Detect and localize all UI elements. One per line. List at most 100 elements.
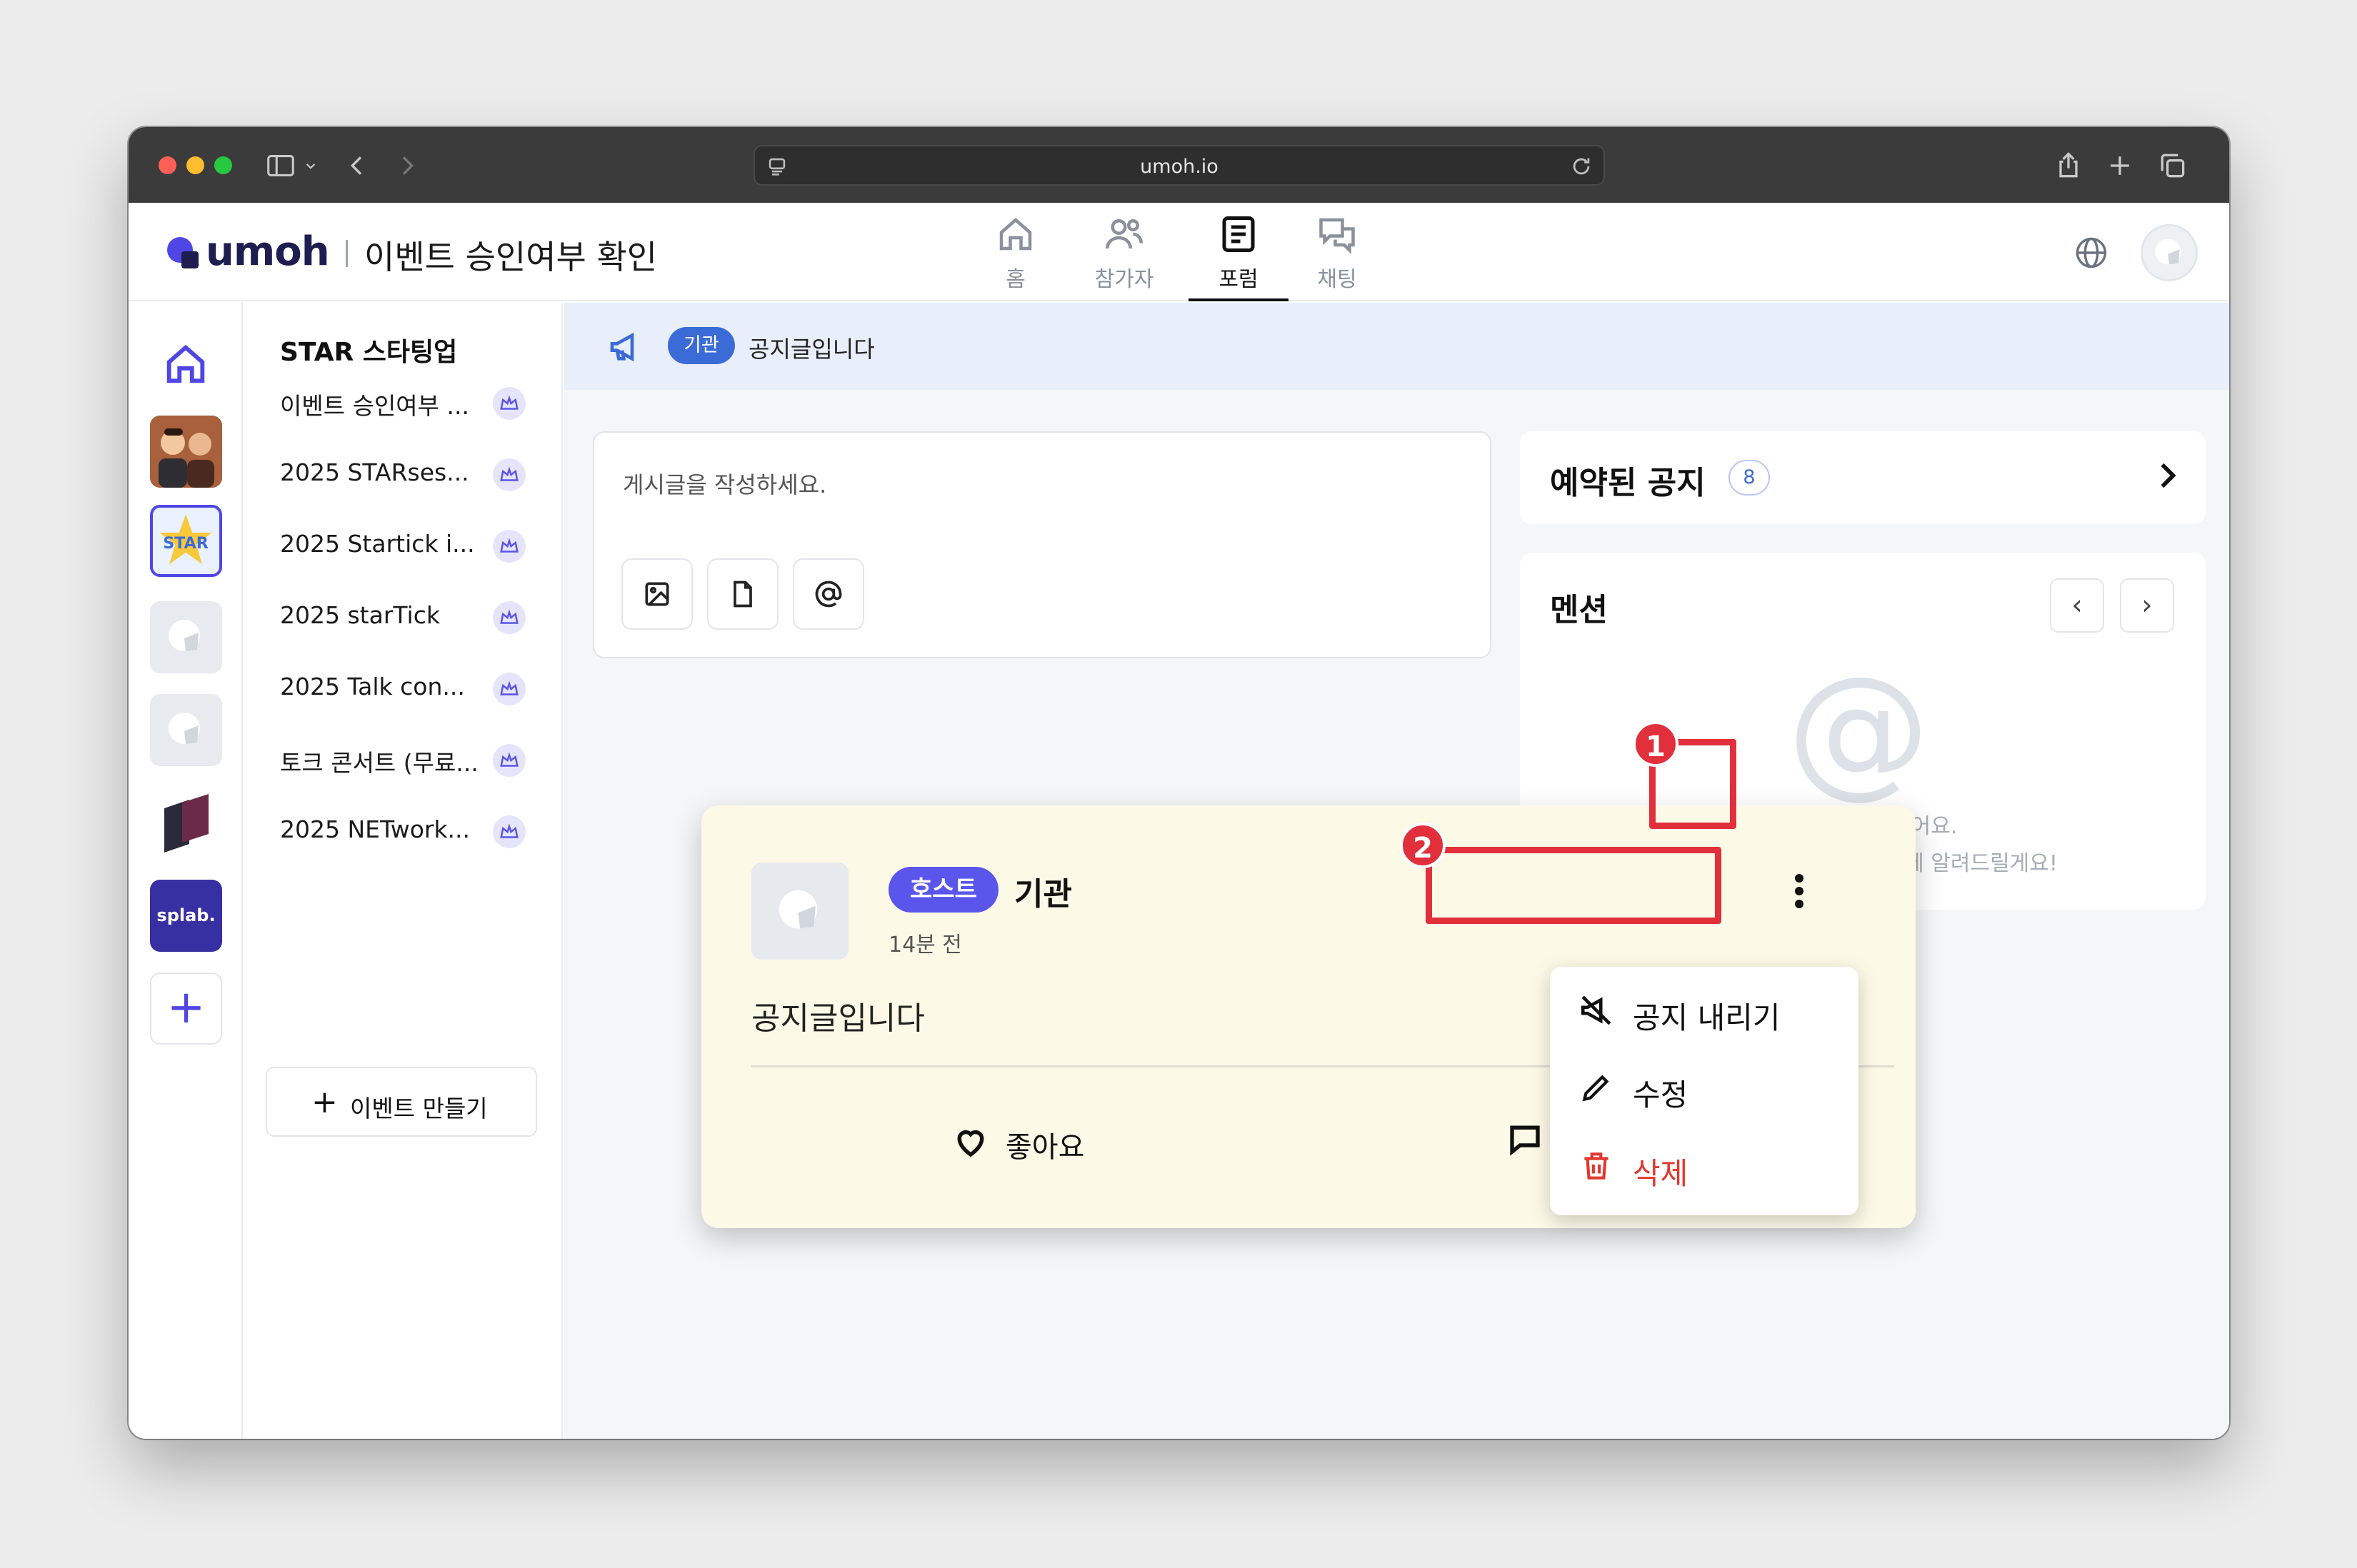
minimize-window-button[interactable] <box>186 156 204 174</box>
placeholder-logo-icon <box>169 713 200 744</box>
placeholder-logo-icon <box>169 620 200 651</box>
svg-text:STAR: STAR <box>163 534 208 553</box>
browser-window: umoh.io umoh 이벤트 승인여부 확인 홈 참가자 포럼 채팅 STA… <box>129 127 2229 1439</box>
reserved-count-badge: 8 <box>1728 460 1770 496</box>
group-title[interactable]: STAR 스타팅업 <box>280 331 457 368</box>
mentions-prev-button[interactable]: ‹ <box>2050 578 2104 633</box>
post-options-menu: 공지 내리기 수정 삭제 <box>1550 967 1858 1215</box>
menu-item-edit[interactable]: 수정 <box>1550 1051 1858 1122</box>
page-title: 이벤트 승인여부 확인 <box>364 238 658 276</box>
avatar-placeholder-icon <box>2155 238 2181 265</box>
menu-item-unpin-label: 공지 내리기 <box>1633 1000 1781 1035</box>
reload-icon[interactable] <box>1569 154 1593 179</box>
menu-item-delete[interactable]: 삭제 <box>1550 1130 1858 1201</box>
notice-text: 공지글입니다 <box>749 336 875 363</box>
event-label: 이벤트 승인여부 ... <box>280 392 469 420</box>
post-body: 공지글입니다 <box>751 1000 925 1037</box>
star-logo-icon: STAR <box>159 514 212 565</box>
globe-icon[interactable] <box>2073 234 2110 271</box>
comment-icon[interactable] <box>1506 1120 1544 1158</box>
app-header: umoh 이벤트 승인여부 확인 홈 참가자 포럼 채팅 <box>129 203 2229 301</box>
mentions-next-button[interactable]: › <box>2120 578 2174 633</box>
author-avatar[interactable] <box>751 863 849 960</box>
tab-chat-label: 채팅 <box>1317 267 1357 292</box>
create-event-button[interactable]: + 이벤트 만들기 <box>266 1067 537 1137</box>
crown-icon <box>493 601 526 634</box>
post-author[interactable]: 기관 <box>1014 868 1072 914</box>
event-label: 2025 starTick <box>280 601 440 629</box>
event-list-item[interactable]: 2025 starTick <box>280 594 551 637</box>
close-window-button[interactable] <box>159 156 176 174</box>
rail-home-button[interactable] <box>150 328 222 401</box>
event-label: 2025 NETwork... <box>280 815 471 843</box>
create-event-label: 이벤트 만들기 <box>350 1095 488 1122</box>
add-community-button[interactable]: + <box>150 973 222 1045</box>
host-badge: 호스트 <box>889 867 999 913</box>
tab-chat[interactable]: 채팅 <box>1294 203 1380 301</box>
home-icon <box>994 213 1037 256</box>
logo-text[interactable]: umoh <box>206 228 330 275</box>
sidebar-toggle-icon[interactable] <box>264 146 297 186</box>
zoom-window-button[interactable] <box>214 156 232 174</box>
more-options-button[interactable] <box>1781 863 1817 920</box>
mention-icon <box>815 581 842 608</box>
umoh-logo-icon <box>167 237 199 268</box>
event-list-item[interactable]: 토크 콘서트 (무료... <box>280 737 551 780</box>
users-icon <box>1103 213 1146 256</box>
mention-button[interactable] <box>793 558 864 630</box>
new-tab-icon[interactable] <box>2104 146 2136 186</box>
community-rail: STAR splab. + <box>129 303 243 1439</box>
address-bar[interactable]: umoh.io <box>754 145 1605 186</box>
notice-author-badge: 기관 <box>668 327 735 364</box>
rail-star-community[interactable]: STAR <box>150 505 222 577</box>
post-composer[interactable]: 게시글을 작성하세요. <box>593 431 1491 658</box>
event-list-item[interactable]: 2025 Talk con... <box>280 665 551 708</box>
event-list-item[interactable]: 2025 NETwork... <box>280 808 551 851</box>
tab-forum-label: 포럼 <box>1218 267 1258 292</box>
megaphone-off-icon <box>1578 992 1614 1028</box>
rail-splab-community[interactable]: splab. <box>150 880 222 952</box>
file-icon <box>734 581 752 608</box>
attach-file-button[interactable] <box>707 558 779 630</box>
share-icon[interactable] <box>2053 146 2084 186</box>
avatar-placeholder-icon <box>779 890 818 929</box>
event-list-item[interactable]: 2025 STARses... <box>280 451 551 494</box>
back-icon[interactable] <box>343 146 371 186</box>
rail-community-avatar[interactable] <box>150 416 222 488</box>
tab-home[interactable]: 홈 <box>976 203 1056 301</box>
composer-placeholder[interactable]: 게시글을 작성하세요. <box>623 467 826 500</box>
event-label: 2025 Startick i... <box>280 530 475 558</box>
chat-icon <box>1316 213 1358 256</box>
step-badge-2: 2 <box>1400 823 1446 868</box>
chevron-down-icon[interactable] <box>301 146 320 186</box>
tab-forum[interactable]: 포럼 <box>1188 203 1288 301</box>
rail-community-placeholder[interactable] <box>150 601 222 673</box>
pinned-notice-banner[interactable]: 기관 공지글입니다 <box>564 303 2229 390</box>
mentions-title: 멘션 <box>1550 592 1608 628</box>
tab-participants[interactable]: 참가자 <box>1070 203 1178 301</box>
rail-community-cube[interactable] <box>150 787 222 859</box>
attach-image-button[interactable] <box>621 558 693 630</box>
menu-item-unpin[interactable]: 공지 내리기 <box>1550 974 1858 1045</box>
pencil-icon <box>1578 1070 1614 1105</box>
rail-community-placeholder[interactable] <box>150 694 222 766</box>
home-icon <box>166 344 205 383</box>
tab-participants-label: 참가자 <box>1094 267 1154 292</box>
plus-icon: + <box>311 1084 338 1120</box>
people-illustration-icon <box>150 416 222 488</box>
chevron-right-icon[interactable] <box>2148 457 2186 494</box>
active-tab-underline <box>1188 298 1288 301</box>
crown-icon <box>493 815 526 848</box>
event-list-item[interactable]: 이벤트 승인여부 ... <box>280 380 551 423</box>
tab-overview-icon[interactable] <box>2157 146 2188 186</box>
image-icon <box>645 582 669 606</box>
url-text: umoh.io <box>1140 156 1218 178</box>
profile-avatar[interactable] <box>2141 224 2198 281</box>
post-timestamp: 14분 전 <box>889 933 962 958</box>
event-list-item[interactable]: 2025 Startick i... <box>280 523 551 566</box>
reserved-notices-card[interactable]: 예약된 공지 8 <box>1520 431 2206 524</box>
highlight-unpin-item <box>1426 847 1721 924</box>
step-badge-1: 1 <box>1633 721 1678 767</box>
forward-icon[interactable] <box>393 146 421 186</box>
megaphone-icon <box>607 327 647 367</box>
